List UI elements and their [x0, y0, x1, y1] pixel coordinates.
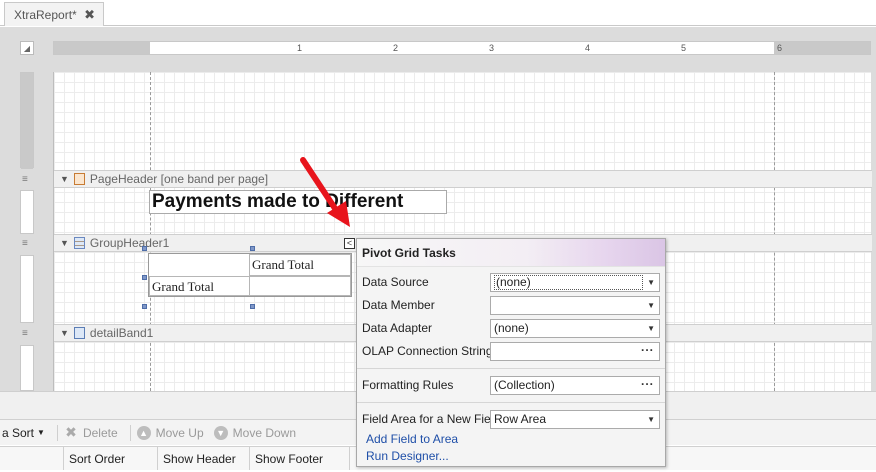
data-source-dropdown[interactable]: (none) ▼: [490, 272, 660, 292]
group-header-band-icon: [73, 237, 85, 249]
ruler-margin: [21, 73, 33, 169]
tab-xtrareport[interactable]: XtraReport* ✖: [4, 2, 104, 26]
row-data-source: Data Source (none) ▼: [362, 272, 660, 292]
chevron-down-icon: ▼: [37, 428, 45, 437]
collapse-icon[interactable]: ▼: [60, 238, 69, 248]
band-page-header[interactable]: ▼ PageHeader [one band per page]: [54, 170, 872, 188]
arrow-down-icon: ▼: [213, 425, 228, 440]
chevron-down-icon[interactable]: ▼: [647, 274, 655, 292]
column-header-show-footer[interactable]: Show Footer: [250, 447, 350, 470]
data-source-label: Data Source: [362, 275, 429, 289]
band-label: detailBand1: [89, 326, 154, 340]
chevron-down-icon[interactable]: ▼: [647, 320, 655, 338]
row-olap-connection: OLAP Connection String ...: [362, 340, 660, 361]
left-margin-guide: [150, 72, 151, 391]
data-source-value: (none): [494, 274, 643, 290]
column-header-sort-order[interactable]: Sort Order: [64, 447, 158, 470]
delete-button[interactable]: ✖ Delete: [64, 424, 118, 440]
ruler-left-margin: [54, 42, 150, 54]
field-area-dropdown[interactable]: Row Area ▼: [490, 409, 660, 429]
ruler-right-margin: [774, 42, 870, 54]
vertical-ruler-top-margin: [20, 72, 34, 169]
pivot-row-grand-total[interactable]: Grand Total: [149, 276, 250, 296]
smart-tag-button[interactable]: <: [344, 238, 355, 249]
delete-label: Delete: [82, 425, 118, 440]
ellipsis-icon[interactable]: ...: [641, 374, 654, 388]
selection-handle[interactable]: [142, 275, 147, 280]
page-header-band-icon: [73, 173, 85, 185]
field-area-value: Row Area: [494, 412, 547, 426]
formatting-rules-label: Formatting Rules: [362, 378, 454, 392]
ruler-number: 2: [393, 43, 399, 53]
vertical-ruler-groupheader: [20, 255, 34, 323]
field-area-label: Field Area for a New Field: [362, 412, 501, 426]
row-formatting-rules: Formatting Rules (Collection) ...: [362, 374, 660, 395]
toolbar-separator: [56, 424, 58, 441]
tasks-separator: [357, 402, 665, 403]
ruler-number: 5: [681, 43, 687, 53]
olap-connection-field[interactable]: ...: [490, 340, 660, 361]
pivot-data-cell[interactable]: [249, 276, 351, 296]
band-label: PageHeader [one band per page]: [89, 172, 269, 186]
right-margin-guide: [774, 72, 775, 391]
add-field-to-area-link[interactable]: Add Field to Area: [366, 432, 458, 446]
report-title-label[interactable]: Payments made to Different: [149, 190, 447, 214]
move-up-label: Move Up: [155, 425, 204, 440]
ruler-corner-icon: ◢: [20, 41, 34, 55]
move-down-button[interactable]: ▼ Move Down: [213, 425, 297, 440]
pivot-grid-control[interactable]: Grand Total Grand Total: [148, 253, 352, 297]
band-drag-handle[interactable]: ≡: [22, 174, 28, 185]
band-drag-handle[interactable]: ≡: [22, 238, 28, 249]
formatting-rules-field[interactable]: (Collection) ...: [490, 374, 660, 395]
data-member-label: Data Member: [362, 298, 435, 312]
delete-icon: ✖: [65, 424, 77, 440]
sort-label: a Sort: [2, 425, 35, 440]
data-member-dropdown[interactable]: ▼: [490, 295, 660, 315]
ruler-number: 1: [297, 43, 303, 53]
selection-handle[interactable]: [142, 246, 147, 251]
tasks-separator: [357, 368, 665, 369]
selection-handle[interactable]: [250, 304, 255, 309]
sort-dropdown-button[interactable]: a Sort ▼: [2, 426, 45, 440]
data-adapter-label: Data Adapter: [362, 321, 433, 335]
move-up-button[interactable]: ▲ Move Up: [136, 425, 204, 440]
row-data-adapter: Data Adapter (none) ▼: [362, 318, 660, 338]
ruler-number: 3: [489, 43, 495, 53]
ellipsis-icon[interactable]: ...: [641, 340, 654, 354]
grid-column-empty: [0, 447, 64, 470]
chevron-down-icon[interactable]: ▼: [647, 297, 655, 315]
ruler-number: 6: [777, 43, 783, 53]
move-down-label: Move Down: [232, 425, 297, 440]
band-label: GroupHeader1: [89, 236, 170, 250]
close-tab-icon[interactable]: ✖: [84, 7, 95, 23]
horizontal-ruler: 1 2 3 4 5 6 7: [53, 41, 871, 55]
olap-connection-label: OLAP Connection String: [362, 344, 493, 358]
toolbar-separator: [129, 424, 131, 441]
document-tabstrip: XtraReport* ✖: [0, 0, 876, 26]
vertical-ruler-pageheader: [20, 190, 34, 234]
data-adapter-value: (none): [494, 321, 529, 335]
pivot-column-grand-total[interactable]: Grand Total: [249, 254, 351, 276]
chevron-down-icon[interactable]: ▼: [647, 411, 655, 429]
run-designer-link[interactable]: Run Designer...: [366, 449, 449, 463]
vertical-ruler-detail: [20, 345, 34, 391]
column-header-show-header[interactable]: Show Header: [158, 447, 250, 470]
formatting-rules-value: (Collection): [494, 378, 555, 392]
detail-band-icon: [73, 327, 85, 339]
data-adapter-dropdown[interactable]: (none) ▼: [490, 318, 660, 338]
selection-handle[interactable]: [142, 304, 147, 309]
tab-title: XtraReport*: [14, 7, 77, 22]
row-field-area: Field Area for a New Field Row Area ▼: [362, 409, 660, 429]
ruler-number: 4: [585, 43, 591, 53]
arrow-up-icon: ▲: [136, 425, 151, 440]
selection-handle[interactable]: [250, 246, 255, 251]
tasks-panel-title: Pivot Grid Tasks: [357, 239, 665, 267]
band-drag-handle[interactable]: ≡: [22, 328, 28, 339]
collapse-icon[interactable]: ▼: [60, 328, 69, 338]
collapse-icon[interactable]: ▼: [60, 174, 69, 184]
row-data-member: Data Member ▼: [362, 295, 660, 315]
pivot-grid-tasks-panel: Pivot Grid Tasks Data Source (none) ▼ Da…: [356, 238, 666, 467]
